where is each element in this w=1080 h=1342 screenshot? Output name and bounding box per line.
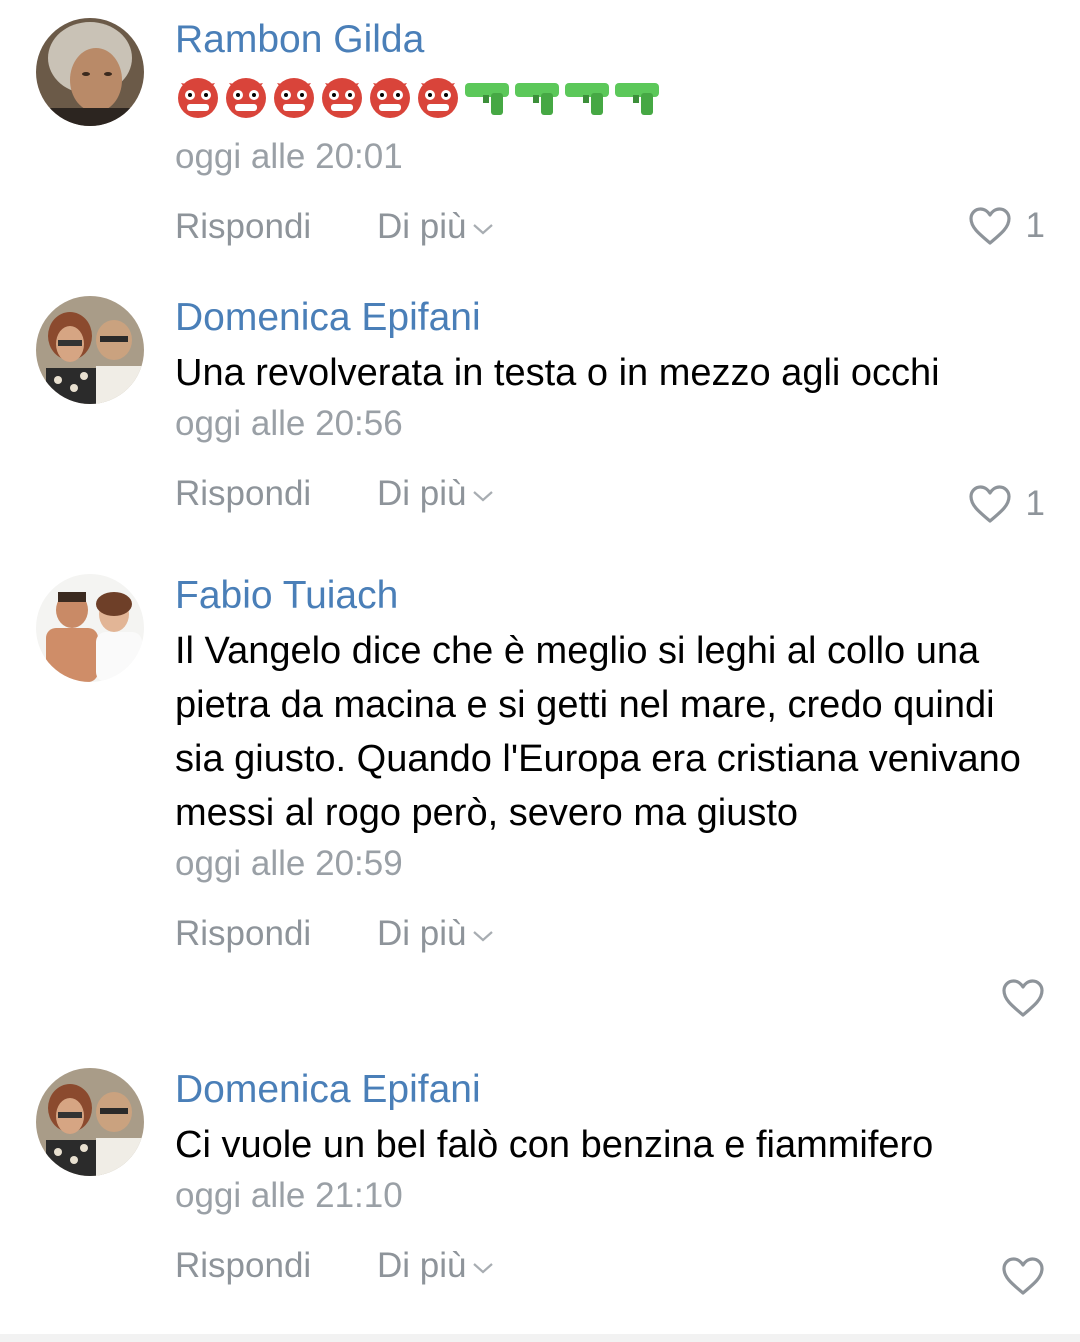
avatar[interactable] bbox=[36, 1068, 144, 1176]
avatar-image bbox=[36, 574, 144, 682]
comment-actions: Rispondi Di più bbox=[175, 467, 1045, 521]
devil-face-icon bbox=[322, 78, 362, 118]
chevron-down-icon bbox=[473, 1262, 494, 1274]
like-count: 1 bbox=[1025, 484, 1045, 523]
avatar[interactable] bbox=[36, 296, 144, 404]
comment-actions: Rispondi Di più bbox=[175, 1239, 1045, 1293]
comment-timestamp: oggi alle 20:56 bbox=[175, 404, 403, 443]
like-button[interactable] bbox=[1001, 1254, 1045, 1298]
heart-outline-icon bbox=[968, 485, 1011, 523]
avatar[interactable] bbox=[36, 18, 144, 126]
comment-content: Rambon Gilda oggi alle 20:01 Rispondi Di… bbox=[175, 0, 1045, 254]
comment-timestamp: oggi alle 20:59 bbox=[175, 844, 403, 883]
chevron-down-icon bbox=[473, 490, 494, 502]
water-pistol-icon bbox=[465, 83, 509, 115]
heart-outline-icon bbox=[968, 207, 1011, 245]
comment-author[interactable]: Domenica Epifani bbox=[175, 1050, 1045, 1113]
comment-author[interactable]: Rambon Gilda bbox=[175, 0, 1045, 63]
comment-timestamp: oggi alle 21:10 bbox=[175, 1176, 403, 1215]
water-pistol-icon bbox=[515, 83, 559, 115]
chevron-down-icon bbox=[473, 223, 494, 235]
heart-outline-icon bbox=[1002, 1257, 1044, 1295]
comment-content: Domenica Epifani Ci vuole un bel falò co… bbox=[175, 1050, 1045, 1293]
comment-text: Il Vangelo dice che è meglio si leghi al… bbox=[175, 630, 1021, 834]
comment-author[interactable]: Domenica Epifani bbox=[175, 278, 1045, 341]
water-pistol-icon bbox=[565, 83, 609, 115]
avatar-image bbox=[36, 296, 144, 404]
like-button[interactable]: 1 bbox=[968, 482, 1045, 526]
devil-face-icon bbox=[226, 78, 266, 118]
like-button[interactable]: 1 bbox=[968, 204, 1045, 248]
comment-emoji-row bbox=[175, 71, 1045, 121]
more-button[interactable]: Di più bbox=[377, 907, 494, 961]
more-label: Di più bbox=[377, 474, 467, 513]
reply-button[interactable]: Rispondi bbox=[175, 907, 311, 961]
comment-actions: Rispondi Di più bbox=[175, 907, 1045, 961]
avatar[interactable] bbox=[36, 574, 144, 682]
devil-face-icon bbox=[274, 78, 314, 118]
comment-text: Ci vuole un bel falò con benzina e fiamm… bbox=[175, 1124, 934, 1166]
comment-author[interactable]: Fabio Tuiach bbox=[175, 556, 1045, 619]
devil-face-icon bbox=[370, 78, 410, 118]
reply-button[interactable]: Rispondi bbox=[175, 1239, 311, 1293]
like-count: 1 bbox=[1025, 206, 1045, 245]
more-label: Di più bbox=[377, 207, 467, 246]
more-button[interactable]: Di più bbox=[377, 200, 494, 254]
more-label: Di più bbox=[377, 1246, 467, 1285]
more-label: Di più bbox=[377, 914, 467, 953]
like-button[interactable] bbox=[1001, 976, 1045, 1020]
reply-button[interactable]: Rispondi bbox=[175, 200, 311, 254]
more-button[interactable]: Di più bbox=[377, 1239, 494, 1293]
more-button[interactable]: Di più bbox=[377, 467, 494, 521]
comment-timestamp: oggi alle 20:01 bbox=[175, 137, 403, 176]
comment-content: Fabio Tuiach Il Vangelo dice che è megli… bbox=[175, 556, 1045, 961]
devil-face-icon bbox=[418, 78, 458, 118]
comment-actions: Rispondi Di più bbox=[175, 200, 1045, 254]
avatar-image bbox=[36, 18, 144, 126]
avatar-image bbox=[36, 1068, 144, 1176]
heart-outline-icon bbox=[1002, 979, 1044, 1017]
water-pistol-icon bbox=[615, 83, 659, 115]
bottom-divider bbox=[0, 1334, 1080, 1342]
reply-button[interactable]: Rispondi bbox=[175, 467, 311, 521]
comment-text: Una revolverata in testa o in mezzo agli… bbox=[175, 352, 940, 394]
comment-content: Domenica Epifani Una revolverata in test… bbox=[175, 278, 1045, 521]
chevron-down-icon bbox=[473, 930, 494, 942]
devil-face-icon bbox=[178, 78, 218, 118]
